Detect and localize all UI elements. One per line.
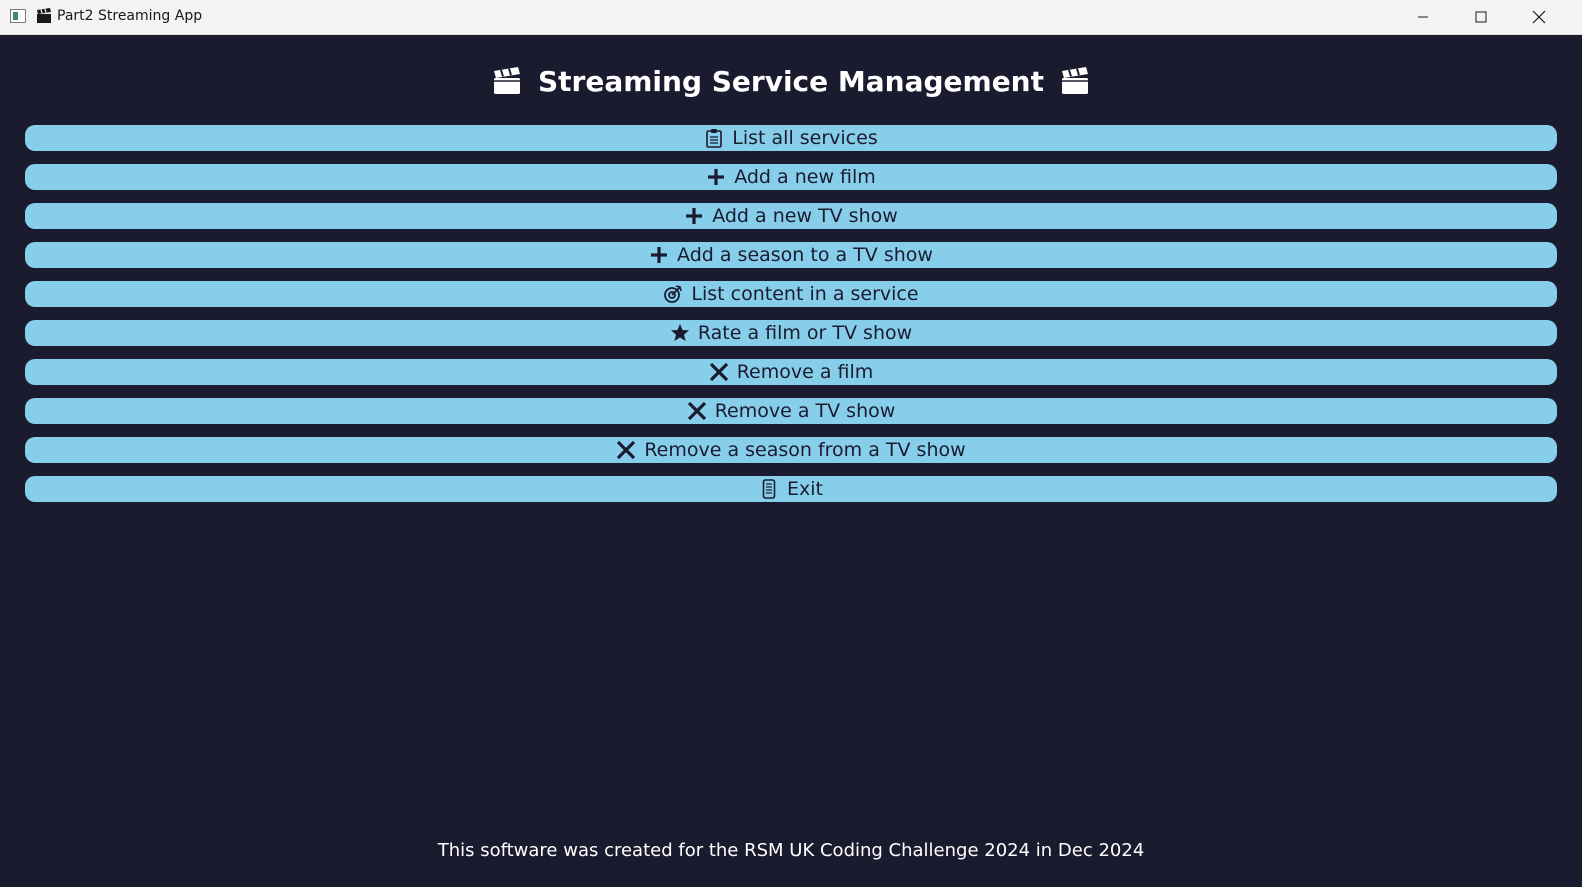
footer-text: This software was created for the RSM UK… <box>437 840 1145 861</box>
clapperboard-icon <box>1062 67 1088 94</box>
maximize-button[interactable] <box>1452 0 1510 34</box>
remove-film-button[interactable]: Remove a film <box>25 359 1557 385</box>
button-label: Remove a season from a TV show <box>644 439 966 461</box>
button-label: Exit <box>787 478 823 500</box>
button-label: Add a new TV show <box>712 205 898 227</box>
button-label: List all services <box>732 127 878 149</box>
add-film-button[interactable]: Add a new film <box>25 164 1557 190</box>
exit-button[interactable]: Exit <box>25 476 1557 502</box>
page-title: Streaming Service Management <box>538 64 1044 98</box>
x-icon <box>687 401 707 421</box>
button-label: Remove a film <box>736 361 874 383</box>
minimize-button[interactable] <box>1394 0 1452 34</box>
plus-icon <box>706 167 726 187</box>
add-tv-show-button[interactable]: Add a new TV show <box>25 203 1557 229</box>
button-label: Rate a film or TV show <box>697 322 913 344</box>
clapperboard-icon <box>37 8 51 23</box>
x-icon <box>616 440 636 460</box>
main-menu: List all services Add a new film Add a n… <box>25 125 1557 515</box>
clipboard-icon <box>704 128 724 148</box>
button-label: Remove a TV show <box>714 400 896 422</box>
remove-tv-show-button[interactable]: Remove a TV show <box>25 398 1557 424</box>
close-button[interactable] <box>1510 0 1568 34</box>
button-label: Add a new film <box>734 166 876 188</box>
mobile-phone-icon <box>759 479 779 499</box>
minimize-icon <box>1418 16 1428 18</box>
clapperboard-icon <box>494 67 520 94</box>
close-icon <box>1532 10 1546 24</box>
star-icon <box>670 323 690 343</box>
maximize-icon <box>1475 11 1487 23</box>
window-titlebar: Part2 Streaming App <box>0 0 1582 35</box>
rate-button[interactable]: Rate a film or TV show <box>25 320 1557 346</box>
x-icon <box>709 362 729 382</box>
target-arrow-icon <box>663 284 683 304</box>
remove-season-button[interactable]: Remove a season from a TV show <box>25 437 1557 463</box>
plus-icon <box>684 206 704 226</box>
list-all-services-button[interactable]: List all services <box>25 125 1557 151</box>
add-season-button[interactable]: Add a season to a TV show <box>25 242 1557 268</box>
app-window-icon <box>10 9 26 23</box>
button-label: List content in a service <box>691 283 919 305</box>
button-label: Add a season to a TV show <box>677 244 933 266</box>
list-content-button[interactable]: List content in a service <box>25 281 1557 307</box>
plus-icon <box>649 245 669 265</box>
page-heading: Streaming Service Management <box>0 58 1582 104</box>
window-title: Part2 Streaming App <box>57 8 203 24</box>
